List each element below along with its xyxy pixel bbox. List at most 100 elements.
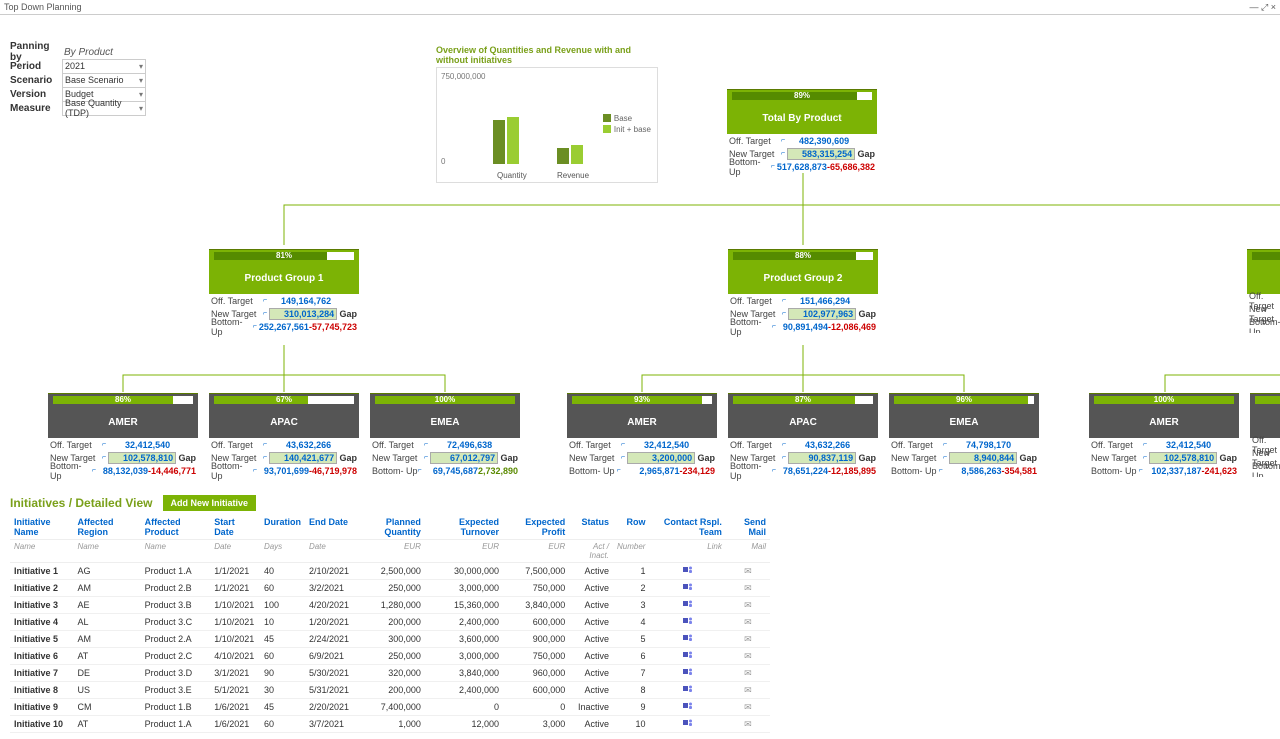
new-target-value[interactable]: 310,013,284 [269, 308, 337, 320]
node-pg1_apac[interactable]: 67% APAC Off. Target⌐43,632,266 New Targ… [209, 393, 359, 477]
cell-region: AM [73, 580, 140, 597]
gap-value: -46,719,978 [309, 466, 357, 476]
new-target-value[interactable]: 3,200,000 [627, 452, 695, 464]
node-pct: 100% [435, 395, 455, 404]
cell-status: Active [569, 614, 613, 631]
table-row[interactable]: Initiative 5 AM Product 2.A 1/10/2021 45… [10, 631, 770, 648]
col-row[interactable]: Row [613, 515, 649, 540]
node-total[interactable]: 89% Total By Product Off. Target⌐482,390… [727, 89, 877, 173]
cell-team[interactable] [649, 614, 725, 631]
col-duration[interactable]: Duration [260, 515, 305, 540]
cell-team[interactable] [649, 563, 725, 580]
cell-product: Product 2.C [141, 648, 211, 665]
col-planned-qty[interactable]: Planned Quantity [353, 515, 425, 540]
node-pg3-partial[interactable]: Off. TargetNew TargetBottom- Up [1247, 249, 1280, 333]
cell-ep: 750,000 [503, 648, 569, 665]
teams-icon [683, 565, 693, 575]
cell-product: Product 2.B [141, 580, 211, 597]
cell-team[interactable] [649, 580, 725, 597]
cell-mail[interactable]: ✉ [726, 597, 770, 614]
node-pg2[interactable]: 88% Product Group 2 Off. Target⌐151,466,… [728, 249, 878, 333]
table-row[interactable]: Initiative 3 AE Product 3.B 1/10/2021 10… [10, 597, 770, 614]
cell-mail[interactable]: ✉ [726, 699, 770, 716]
bottomup-value: 252,267,561 [259, 322, 309, 332]
cell-mail[interactable]: ✉ [726, 580, 770, 597]
cell-dur: 100 [260, 597, 305, 614]
new-target-value[interactable]: 102,977,963 [788, 308, 856, 320]
node-pct: 87% [795, 395, 811, 404]
node-pg1[interactable]: 81% Product Group 1 Off. Target⌐149,164,… [209, 249, 359, 333]
new-target-value[interactable]: 583,315,254 [787, 148, 855, 160]
col-team[interactable]: Contact Rspl. Team [649, 515, 725, 540]
node-pg1_amer[interactable]: 86% AMER Off. Target⌐32,412,540 New Targ… [48, 393, 198, 477]
new-target-value[interactable]: 67,012,797 [430, 452, 498, 464]
cell-name: Initiative 10 [10, 716, 73, 733]
cell-team[interactable] [649, 631, 725, 648]
cell-row: 5 [613, 631, 649, 648]
gap-label: Gap [856, 453, 876, 463]
cell-dur: 45 [260, 699, 305, 716]
cell-start: 1/10/2021 [210, 614, 260, 631]
title-bar: Top Down Planning — ⤢ × [0, 0, 1280, 15]
col-exp-profit[interactable]: Expected Profit [503, 515, 569, 540]
col-end[interactable]: End Date [305, 515, 353, 540]
node-pg1_emea[interactable]: 100% EMEA Off. Target⌐72,496,638 New Tar… [370, 393, 520, 477]
cell-team[interactable] [649, 682, 725, 699]
new-target-value[interactable]: 102,578,810 [1149, 452, 1217, 464]
add-initiative-button[interactable]: Add New Initiative [163, 495, 257, 511]
cell-mail[interactable]: ✉ [726, 648, 770, 665]
cell-mail[interactable]: ✉ [726, 682, 770, 699]
window-title: Top Down Planning [4, 2, 82, 12]
new-target-value[interactable]: 8,940,844 [949, 452, 1017, 464]
col-exp-turnover[interactable]: Expected Turnover [425, 515, 503, 540]
cell-name: Initiative 7 [10, 665, 73, 682]
col-mail[interactable]: Send Mail [726, 515, 770, 540]
new-target-value[interactable]: 90,837,119 [788, 452, 856, 464]
table-row[interactable]: Initiative 7 DE Product 3.D 3/1/2021 90 … [10, 665, 770, 682]
cell-status: Active [569, 665, 613, 682]
cell-start: 1/6/2021 [210, 716, 260, 733]
node-pg3_amer[interactable]: 100% AMER Off. Target⌐32,412,540 New Tar… [1089, 393, 1239, 477]
table-row[interactable]: Initiative 10 AT Product 1.A 1/6/2021 60… [10, 716, 770, 733]
table-row[interactable]: Initiative 2 AM Product 2.B 1/1/2021 60 … [10, 580, 770, 597]
node-pg2_emea[interactable]: 96% EMEA Off. Target⌐74,798,170 New Targ… [889, 393, 1039, 477]
table-row[interactable]: Initiative 6 AT Product 2.C 4/10/2021 60… [10, 648, 770, 665]
cell-mail[interactable]: ✉ [726, 563, 770, 580]
new-target-value[interactable]: 140,421,677 [269, 452, 337, 464]
col-status[interactable]: Status [569, 515, 613, 540]
off-target-value: 72,496,638 [430, 440, 492, 450]
cell-mail[interactable]: ✉ [726, 716, 770, 733]
cell-team[interactable] [649, 716, 725, 733]
col-product[interactable]: Affected Product [141, 515, 211, 540]
cell-team[interactable] [649, 699, 725, 716]
col-start[interactable]: Start Date [210, 515, 260, 540]
cell-mail[interactable]: ✉ [726, 665, 770, 682]
node-pg2_amer[interactable]: 93% AMER Off. Target⌐32,412,540 New Targ… [567, 393, 717, 477]
node-pg2_apac[interactable]: 87% APAC Off. Target⌐43,632,266 New Targ… [728, 393, 878, 477]
new-target-value[interactable]: 102,578,810 [108, 452, 176, 464]
table-row[interactable]: Initiative 9 CM Product 1.B 1/6/2021 45 … [10, 699, 770, 716]
table-row[interactable]: Initiative 1 AG Product 1.A 1/1/2021 40 … [10, 563, 770, 580]
node-title: APAC [209, 406, 359, 438]
col-region[interactable]: Affected Region [73, 515, 140, 540]
cell-team[interactable] [649, 597, 725, 614]
off-target-value: 43,632,266 [269, 440, 331, 450]
col-name[interactable]: Initiative Name [10, 515, 73, 540]
cell-team[interactable] [649, 648, 725, 665]
teams-icon [683, 599, 693, 609]
cell-mail[interactable]: ✉ [726, 614, 770, 631]
cell-row: 1 [613, 563, 649, 580]
window-controls[interactable]: — ⤢ × [1250, 2, 1276, 13]
node-title: Product Group 2 [728, 262, 878, 294]
table-row[interactable]: Initiative 8 US Product 3.E 5/1/2021 30 … [10, 682, 770, 699]
cell-mail[interactable]: ✉ [726, 631, 770, 648]
bottomup-value: 90,891,494 [778, 322, 828, 332]
cell-region: AG [73, 563, 140, 580]
node-pct: 88% [795, 251, 811, 260]
cell-status: Inactive [569, 699, 613, 716]
cell-row: 3 [613, 597, 649, 614]
cell-team[interactable] [649, 665, 725, 682]
table-row[interactable]: Initiative 4 AL Product 3.C 1/10/2021 10… [10, 614, 770, 631]
node-pg3-apac-partial[interactable]: Off. TargetNew TargetBottom- Up [1250, 393, 1280, 477]
off-target-value: 74,798,170 [949, 440, 1011, 450]
